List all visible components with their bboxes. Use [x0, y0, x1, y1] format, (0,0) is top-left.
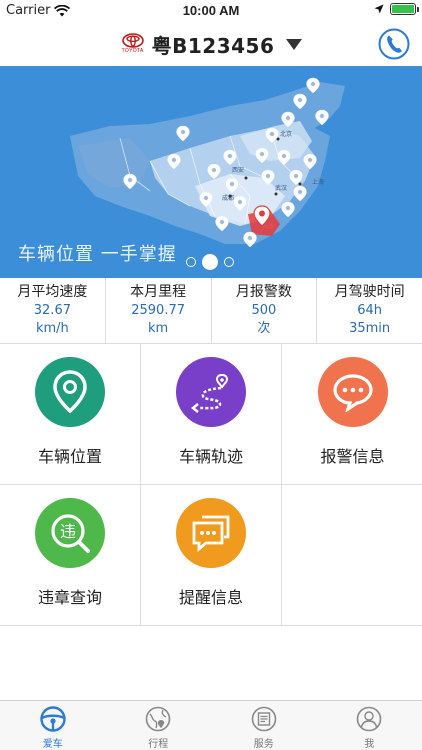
map-pin-dot — [171, 157, 177, 163]
status-bar: Carrier 10:00 AM — [0, 0, 422, 22]
location-arrow-icon — [374, 4, 384, 14]
tab-my-car[interactable]: 爱车 — [0, 701, 106, 750]
stat-value: 32.67 — [33, 303, 71, 318]
feature-label: 车辆位置 — [37, 447, 102, 466]
trip-globe-icon — [145, 706, 171, 732]
caret-down-icon — [286, 38, 303, 50]
status-right — [374, 3, 419, 15]
map-banner[interactable]: 北京 西安 成都 武汉 上海 长沙 车辆位置 一手掌握 — [0, 66, 422, 278]
tab-service[interactable]: 服务 — [211, 701, 317, 750]
map-pin-dot — [203, 195, 209, 201]
stat-unit: 35min — [349, 321, 391, 336]
stat-label: 月平均速度 — [17, 284, 88, 300]
map-pin-dot — [127, 177, 133, 183]
toyota-logo: TOYOTA — [120, 33, 146, 55]
feature-alarm-info[interactable]: 报警信息 — [282, 344, 422, 485]
tab-label: 我 — [364, 739, 375, 750]
vehicle-selector[interactable]: TOYOTA 粤B123456 — [120, 30, 303, 59]
stat-drive-time: 月驾驶时间 64h 35min — [317, 278, 422, 343]
map-pin-dot — [293, 173, 299, 179]
stat-value: 64h — [357, 303, 383, 318]
phone-icon[interactable] — [378, 28, 410, 60]
map-pin-dot — [319, 113, 325, 119]
carousel-dot-2[interactable] — [202, 254, 218, 270]
svg-text:违: 违 — [60, 522, 76, 541]
stat-unit: km/h — [35, 321, 69, 336]
tab-label: 行程 — [148, 739, 169, 750]
map-pin-dot — [237, 199, 243, 205]
tab-label: 爱车 — [42, 739, 63, 750]
tab-label: 服务 — [253, 739, 274, 750]
stat-mileage: 本月里程 2590.77 km — [106, 278, 212, 343]
tab-trip[interactable]: 行程 — [106, 701, 212, 750]
stat-value: 2590.77 — [131, 303, 185, 318]
map-pin-dot — [211, 167, 217, 173]
stat-value: 500 — [251, 303, 277, 318]
map-pin-dot — [180, 129, 186, 135]
map-pin-dot — [307, 157, 313, 163]
location-pin-icon — [35, 357, 105, 427]
map-pin-dot — [297, 97, 303, 103]
carousel-indicator[interactable] — [186, 254, 234, 270]
feature-grid: 车辆位置 车辆轨迹 报警信息 违 违章查询 提醒信息 — [0, 344, 422, 626]
feature-reminder-info[interactable]: 提醒信息 — [141, 485, 282, 626]
map-label-beijing: 北京 — [280, 130, 292, 138]
stat-unit: 次 — [257, 321, 271, 336]
map-pin-dot — [310, 81, 316, 87]
tab-bar: 爱车 行程 服务 我 — [0, 700, 422, 750]
map-pin-dot — [229, 181, 235, 187]
map-pin-dot — [219, 219, 225, 225]
steering-wheel-icon — [40, 706, 66, 732]
brand-text: TOYOTA — [121, 48, 144, 54]
battery-icon — [390, 3, 419, 15]
map-pin-dot — [285, 115, 291, 121]
route-track-icon — [176, 357, 246, 427]
stat-label: 本月里程 — [130, 284, 187, 300]
violation-search-icon: 违 — [35, 498, 105, 568]
map-pin-dot — [265, 173, 271, 179]
stat-alarm-count: 月报警数 500 次 — [212, 278, 318, 343]
stat-avg-speed: 月平均速度 32.67 km/h — [0, 278, 106, 343]
map-pin-dot — [285, 205, 291, 211]
feature-label: 车辆轨迹 — [178, 447, 243, 466]
map-label-wuhan: 武汉 — [275, 184, 287, 192]
alert-chat-icon — [317, 357, 388, 427]
map-pin-dot — [227, 153, 233, 159]
feature-empty-slot — [282, 485, 422, 626]
map-label-shanghai: 上海 — [312, 178, 324, 186]
user-icon — [356, 706, 382, 732]
carousel-dot-1[interactable] — [186, 257, 196, 267]
map-pin-dot — [269, 131, 275, 137]
nav-bar: TOYOTA 粤B123456 — [0, 22, 422, 66]
map-label-chengdu: 成都 — [222, 194, 234, 202]
service-card-icon — [251, 706, 277, 732]
feature-vehicle-location[interactable]: 车辆位置 — [0, 344, 141, 485]
stat-label: 月驾驶时间 — [334, 284, 405, 300]
carousel-dot-3[interactable] — [224, 257, 234, 267]
stats-row: 月平均速度 32.67 km/h 本月里程 2590.77 km 月报警数 50… — [0, 278, 422, 344]
reminder-chat-icon — [176, 498, 246, 568]
feature-label: 报警信息 — [320, 447, 385, 466]
tab-me[interactable]: 我 — [317, 701, 422, 750]
banner-slogan: 车辆位置 一手掌握 — [18, 244, 177, 265]
feature-vehicle-track[interactable]: 车辆轨迹 — [141, 344, 282, 485]
map-pin-dot — [247, 235, 253, 241]
feature-label: 违章查询 — [37, 588, 102, 607]
feature-violation-query[interactable]: 违 违章查询 — [0, 485, 141, 626]
map-label-xian: 西安 — [232, 166, 244, 174]
status-time: 10:00 AM — [182, 3, 240, 18]
stat-label: 月报警数 — [235, 284, 292, 300]
map-pin-dot — [297, 189, 303, 195]
app-screen: Carrier 10:00 AM TOYOTA 粤B123456 北京 西安 成… — [0, 0, 422, 750]
feature-label: 提醒信息 — [178, 588, 243, 607]
map-pin-dot — [259, 151, 265, 157]
stat-unit: km — [148, 321, 169, 336]
map-pin-dot — [281, 153, 287, 159]
plate-number: 粤B123456 — [151, 33, 275, 58]
